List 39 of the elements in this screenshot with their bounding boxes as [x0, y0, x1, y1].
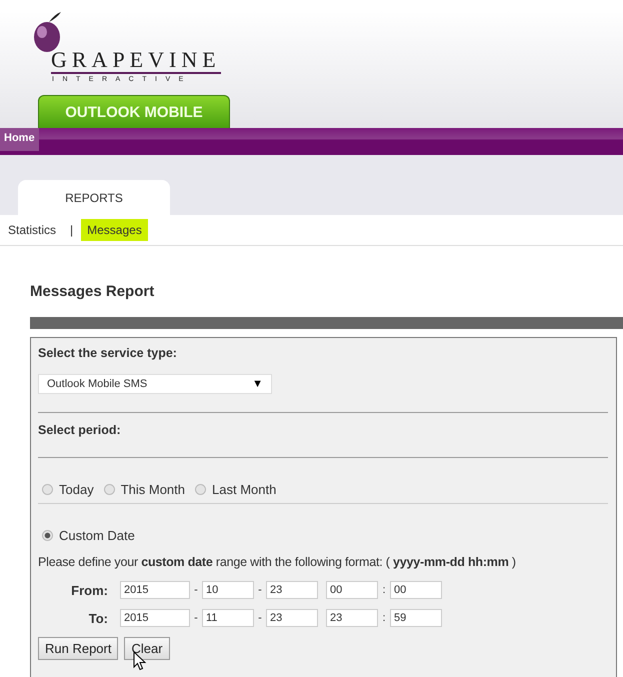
subnav-link[interactable]: Statistics — [2, 219, 62, 241]
form-button[interactable]: Run Report — [38, 637, 118, 660]
separator: - — [193, 584, 199, 596]
input-field[interactable]: 00 — [390, 581, 442, 599]
input-field[interactable]: 00 — [326, 581, 378, 599]
input-field[interactable]: 11 — [202, 609, 254, 627]
subnav-link[interactable]: Messages — [81, 219, 148, 241]
input-field[interactable]: 23 — [266, 609, 318, 627]
service-dropdown[interactable]: Outlook Mobile SMS ▼ — [38, 374, 272, 394]
radio-label: This Month — [120, 482, 186, 497]
field-label: Select period: — [38, 422, 122, 439]
home-link[interactable]: Home — [0, 128, 39, 151]
hint-text: Please define your custom date range with the following format: ( yyyy-mm-dd hh:mm ) — [38, 555, 517, 569]
page-title: Messages Report — [30, 283, 156, 302]
separator: | — [70, 223, 74, 237]
input-field[interactable]: 23 — [266, 581, 318, 599]
input-field[interactable]: 59 — [390, 609, 442, 627]
input-field[interactable]: 23 — [326, 609, 378, 627]
separator: : — [381, 584, 387, 596]
date-label: To: — [88, 610, 108, 626]
radio-button[interactable] — [104, 484, 115, 495]
input-field[interactable]: 2015 — [120, 609, 190, 627]
separator: : — [381, 612, 387, 624]
separator: - — [257, 584, 263, 596]
input-field[interactable]: 10 — [202, 581, 254, 599]
radio-label: Custom Date — [59, 528, 135, 543]
reports-tab[interactable]: REPORTS — [18, 180, 170, 215]
separator: - — [193, 612, 199, 624]
separator: - — [257, 612, 263, 624]
date-label: From: — [70, 582, 108, 598]
radio-button[interactable] — [42, 484, 53, 495]
radio-button[interactable] — [195, 484, 206, 495]
radio-label: Last Month — [212, 482, 276, 497]
field-label: Select the service type: — [38, 345, 178, 362]
radio-label: Today — [59, 482, 94, 497]
brand-name: GRAPEVINE — [51, 48, 221, 74]
input-field[interactable]: 2015 — [120, 581, 190, 599]
form-button[interactable]: Clear — [124, 637, 170, 660]
radio-button[interactable] — [42, 530, 53, 541]
